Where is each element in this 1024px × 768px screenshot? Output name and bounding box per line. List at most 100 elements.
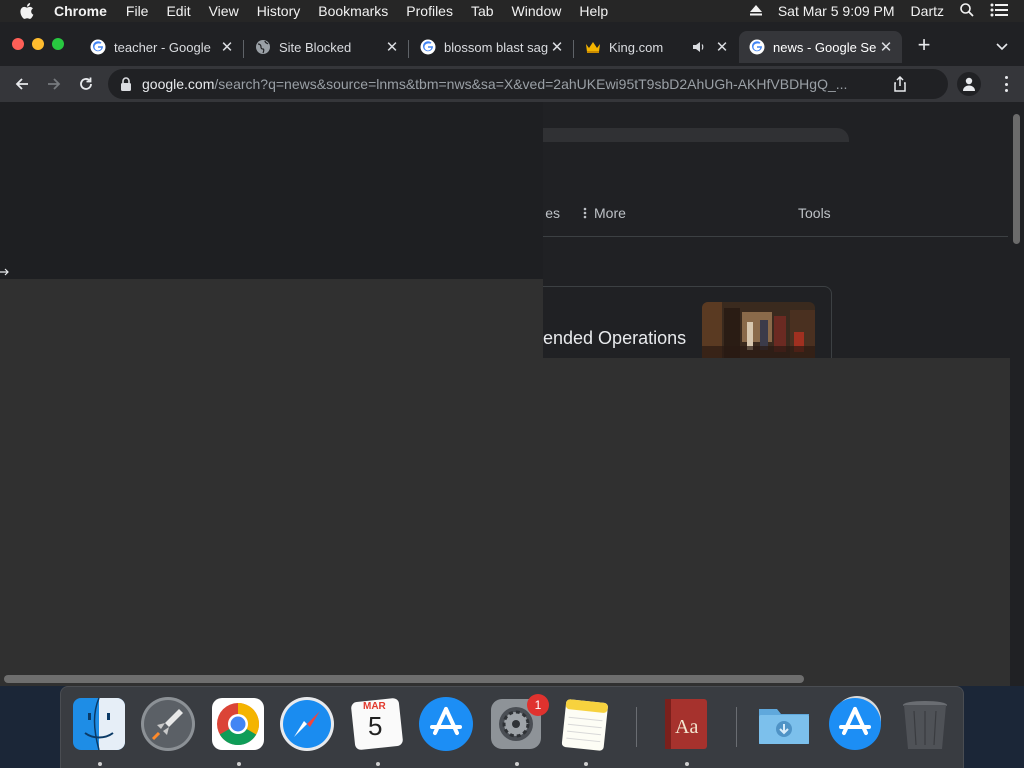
tab-title: King.com: [609, 39, 664, 55]
close-tab-icon[interactable]: ✕: [878, 39, 894, 56]
tools-button[interactable]: Tools: [798, 205, 831, 221]
svg-text:Aa: Aa: [675, 716, 698, 738]
horizontal-scrollbar-thumb[interactable]: [4, 675, 804, 683]
spotlight-search-icon[interactable]: [960, 2, 974, 20]
google-icon: [420, 39, 436, 55]
vertical-scrollbar-thumb[interactable]: [1013, 114, 1020, 244]
tab-title: Site Blocked: [279, 39, 352, 55]
apple-icon[interactable]: [20, 0, 40, 22]
king-crown-icon: [586, 42, 600, 53]
window-controls: [12, 38, 64, 50]
share-icon[interactable]: [892, 76, 908, 92]
chrome-menu-icon[interactable]: [998, 76, 1014, 92]
menu-file[interactable]: File: [126, 3, 149, 19]
address-url[interactable]: google.com/search?q=news&source=lnms&tbm…: [142, 76, 882, 92]
search-tab-partial[interactable]: es: [542, 205, 560, 221]
finder-icon[interactable]: [70, 695, 128, 753]
close-tab-icon[interactable]: ✕: [714, 39, 730, 56]
notes-icon[interactable]: [556, 695, 614, 753]
arrow-left-icon: [15, 78, 28, 90]
person-icon: [963, 77, 975, 91]
menu-profiles[interactable]: Profiles: [406, 3, 453, 19]
close-tab-icon[interactable]: ✕: [549, 39, 565, 56]
page-viewport: es More Tools ended Operations: [0, 102, 1024, 686]
more-tabs-button[interactable]: More: [582, 205, 626, 221]
reload-icon: [80, 77, 92, 90]
new-tab-button[interactable]: +: [914, 34, 934, 56]
dark-overlay-region: [0, 102, 543, 279]
menu-view[interactable]: View: [209, 3, 239, 19]
app-store-icon[interactable]: [417, 695, 475, 753]
menubar-clock[interactable]: Sat Mar 5 9:09 PM: [778, 3, 895, 19]
trash-icon[interactable]: [896, 695, 954, 753]
running-indicator: [584, 762, 588, 766]
tab-site-blocked[interactable]: Site Blocked ✕: [245, 31, 408, 63]
tab-title: teacher - Google: [114, 39, 211, 55]
safari-icon[interactable]: [278, 695, 336, 753]
eject-icon[interactable]: [749, 3, 762, 19]
tab-strip: teacher - Google ✕ Site Blocked ✕ blosso…: [0, 22, 1024, 66]
tab-separator: [243, 40, 244, 58]
calendar-day: 5: [368, 711, 383, 741]
notification-badge: 1: [527, 694, 549, 716]
news-result-title[interactable]: ended Operations: [543, 328, 686, 349]
launchpad-icon[interactable]: [139, 695, 197, 753]
tab-separator: [573, 40, 574, 58]
news-thumbnail-image[interactable]: [702, 302, 815, 358]
dock-separator: [736, 707, 737, 747]
menubar-user[interactable]: Dartz: [911, 3, 944, 19]
minimize-window-button[interactable]: [32, 38, 44, 50]
url-path: /search?q=news&source=lnms&tbm=nws&sa=X&…: [214, 76, 848, 92]
back-button[interactable]: [12, 74, 32, 94]
lock-icon[interactable]: [120, 77, 132, 91]
tab-title: news - Google Se: [773, 39, 877, 55]
dock-separator: [636, 707, 637, 747]
running-indicator: [515, 762, 519, 766]
chrome-window: teacher - Google ✕ Site Blocked ✕ blosso…: [0, 22, 1024, 686]
tab-blossom-blast[interactable]: blossom blast sag ✕: [410, 31, 573, 63]
chrome-icon[interactable]: [209, 695, 267, 753]
downloads-folder-icon[interactable]: [755, 695, 813, 753]
tab-teacher[interactable]: teacher - Google ✕: [80, 31, 243, 63]
menu-help[interactable]: Help: [579, 3, 608, 19]
close-tab-icon[interactable]: ✕: [384, 39, 400, 56]
tabs-divider: [543, 236, 1008, 237]
menu-app-name[interactable]: Chrome: [54, 3, 107, 19]
tab-separator: [408, 40, 409, 58]
running-indicator: [376, 762, 380, 766]
google-icon: [749, 39, 765, 55]
search-box[interactable]: [543, 128, 849, 142]
menu-tab[interactable]: Tab: [471, 3, 494, 19]
tab-news-google[interactable]: news - Google Se ✕: [739, 31, 902, 63]
dictionary-icon[interactable]: Aa: [657, 695, 715, 753]
tab-king[interactable]: King.com ✕: [575, 31, 738, 63]
app-store-icon[interactable]: [826, 695, 884, 753]
menu-window[interactable]: Window: [512, 3, 562, 19]
close-window-button[interactable]: [12, 38, 24, 50]
blank-page-region: [0, 358, 1010, 686]
url-host: google.com: [142, 76, 215, 92]
profile-button[interactable]: [957, 72, 981, 96]
menu-edit[interactable]: Edit: [166, 3, 190, 19]
running-indicator: [237, 762, 241, 766]
resize-cursor-icon: [0, 268, 9, 276]
close-tab-icon[interactable]: ✕: [219, 39, 235, 56]
notification-center-icon[interactable]: [990, 3, 1008, 20]
speaker-audio-icon[interactable]: [692, 40, 706, 54]
chevron-down-icon[interactable]: [994, 38, 1010, 54]
forward-button[interactable]: [44, 74, 64, 94]
more-vert-icon: [583, 207, 587, 219]
menu-bookmarks[interactable]: Bookmarks: [318, 3, 388, 19]
more-label: More: [594, 205, 626, 221]
google-icon: [90, 39, 106, 55]
address-bar[interactable]: google.com/search?q=news&source=lnms&tbm…: [108, 69, 948, 99]
calendar-icon[interactable]: MAR 5: [348, 695, 406, 753]
running-indicator: [98, 762, 102, 766]
browser-toolbar: google.com/search?q=news&source=lnms&tbm…: [0, 66, 1024, 102]
dock: MAR 5 Aa: [60, 686, 964, 768]
zoom-window-button[interactable]: [52, 38, 64, 50]
menubar-status-area: Sat Mar 5 9:09 PM Dartz: [749, 0, 1024, 22]
reload-button[interactable]: [76, 74, 96, 94]
overlay-panel: [0, 279, 543, 359]
menu-history[interactable]: History: [257, 3, 301, 19]
